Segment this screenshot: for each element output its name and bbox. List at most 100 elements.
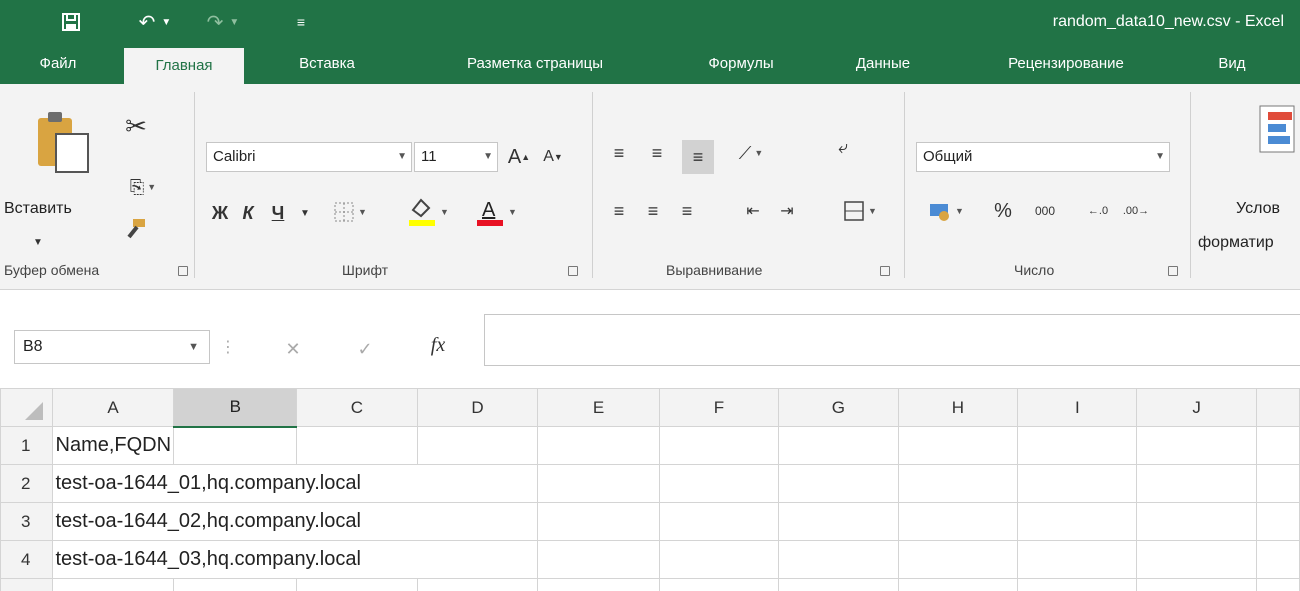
grow-font-icon[interactable]: A ▲: [504, 142, 534, 172]
cell[interactable]: [537, 540, 660, 579]
tab-view[interactable]: Вид: [1192, 44, 1272, 84]
format-painter-icon[interactable]: [120, 214, 150, 244]
increase-indent-icon[interactable]: ⇥: [772, 196, 802, 226]
cut-icon[interactable]: ✂: [118, 106, 154, 146]
font-name-select[interactable]: Calibri ▼: [206, 142, 412, 172]
conditional-formatting-label-1[interactable]: Услов: [1236, 200, 1280, 218]
tab-insert[interactable]: Вставка: [272, 44, 382, 84]
cell[interactable]: [537, 578, 660, 591]
cell[interactable]: [1017, 578, 1138, 591]
cell[interactable]: [1255, 540, 1300, 579]
cell[interactable]: [658, 578, 780, 591]
column-header-f[interactable]: F: [658, 388, 780, 427]
cell[interactable]: [897, 578, 1019, 591]
enter-icon[interactable]: ✓: [348, 334, 382, 364]
undo-icon[interactable]: ↶ ▼: [130, 0, 180, 44]
cell[interactable]: [778, 502, 899, 541]
wrap-text-icon[interactable]: ⤶: [828, 132, 858, 162]
orientation-icon[interactable]: ⟋ ▼: [726, 138, 776, 168]
alignment-launcher-icon[interactable]: [880, 266, 890, 276]
cell[interactable]: [1017, 502, 1138, 541]
name-box[interactable]: B8 ▼: [14, 330, 210, 364]
cell[interactable]: [1255, 502, 1300, 541]
cell[interactable]: [1136, 578, 1257, 591]
cell-a1[interactable]: Name,FQDN: [51, 426, 175, 465]
paste-icon[interactable]: [28, 106, 100, 176]
bold-button[interactable]: Ж: [206, 198, 234, 228]
cell-a3[interactable]: test-oa-1644_02,hq.company.local: [51, 502, 539, 541]
tab-file[interactable]: Файл: [18, 44, 98, 84]
percent-button[interactable]: %: [986, 196, 1020, 226]
merge-center-icon[interactable]: ▼: [832, 196, 888, 226]
cell[interactable]: [1017, 426, 1138, 465]
cell[interactable]: [537, 502, 660, 541]
row-header[interactable]: 5: [0, 578, 53, 591]
align-left-icon[interactable]: ≡: [606, 196, 632, 226]
tab-home[interactable]: Главная: [124, 48, 244, 84]
cell[interactable]: [416, 426, 539, 465]
cell[interactable]: [658, 540, 780, 579]
font-launcher-icon[interactable]: [568, 266, 578, 276]
tab-data[interactable]: Данные: [828, 44, 938, 84]
column-header-j[interactable]: J: [1136, 388, 1257, 427]
column-header-h[interactable]: H: [897, 388, 1019, 427]
cancel-icon[interactable]: ✕: [276, 334, 310, 364]
cell[interactable]: [897, 540, 1019, 579]
cell[interactable]: [173, 426, 298, 465]
cell[interactable]: [897, 426, 1019, 465]
number-launcher-icon[interactable]: [1168, 266, 1178, 276]
paste-dropdown-icon[interactable]: ▼: [26, 232, 50, 252]
row-header[interactable]: 2: [0, 464, 53, 503]
cell[interactable]: [1255, 426, 1300, 465]
number-format-select[interactable]: Общий ▼: [916, 142, 1170, 172]
conditional-formatting-label-2[interactable]: форматир: [1198, 234, 1274, 252]
cell[interactable]: [1136, 502, 1257, 541]
cell[interactable]: [1136, 540, 1257, 579]
select-all-corner[interactable]: [0, 388, 53, 427]
font-size-select[interactable]: 11 ▼: [414, 142, 498, 172]
conditional-formatting-icon[interactable]: [1256, 100, 1296, 160]
column-header-g[interactable]: G: [778, 388, 899, 427]
decrease-decimal-icon[interactable]: .00→: [1118, 196, 1154, 226]
customize-qat-icon[interactable]: ≡: [286, 0, 316, 44]
column-header-a[interactable]: A: [51, 388, 175, 427]
align-center-icon[interactable]: ≡: [640, 196, 666, 226]
cell-a2[interactable]: test-oa-1644_01,hq.company.local: [51, 464, 539, 503]
formula-input[interactable]: [484, 314, 1300, 366]
cell[interactable]: [537, 464, 660, 503]
row-header[interactable]: 4: [0, 540, 53, 579]
decrease-indent-icon[interactable]: ⇤: [738, 196, 768, 226]
column-header-b[interactable]: B: [173, 388, 298, 428]
cell[interactable]: [296, 426, 418, 465]
align-bottom-icon[interactable]: ≡: [682, 140, 714, 174]
italic-button[interactable]: К: [236, 198, 260, 228]
cell[interactable]: [1255, 464, 1300, 503]
cell[interactable]: [1017, 464, 1138, 503]
underline-dropdown-icon[interactable]: ▼: [294, 198, 316, 228]
align-top-icon[interactable]: ≡: [606, 138, 632, 168]
cell-a5[interactable]: [51, 578, 175, 591]
insert-function-icon[interactable]: fx: [418, 330, 458, 360]
align-right-icon[interactable]: ≡: [674, 196, 700, 226]
cell[interactable]: [1255, 578, 1300, 591]
shrink-font-icon[interactable]: A ▼: [538, 142, 568, 172]
cell[interactable]: [778, 578, 899, 591]
cell[interactable]: [416, 578, 539, 591]
tab-page-layout[interactable]: Разметка страницы: [410, 44, 660, 84]
clipboard-launcher-icon[interactable]: [178, 266, 188, 276]
accounting-format-icon[interactable]: ▼: [918, 196, 974, 226]
row-header[interactable]: 3: [0, 502, 53, 541]
copy-icon[interactable]: ⎘ ▼: [118, 172, 168, 202]
column-header-i[interactable]: I: [1017, 388, 1138, 427]
underline-button[interactable]: Ч: [264, 198, 292, 228]
cell[interactable]: [1136, 426, 1257, 465]
cell[interactable]: [897, 464, 1019, 503]
column-header-e[interactable]: E: [537, 388, 660, 427]
tab-review[interactable]: Рецензирование: [966, 44, 1166, 84]
cell-a4[interactable]: test-oa-1644_03,hq.company.local: [51, 540, 539, 579]
thousands-button[interactable]: 000: [1026, 196, 1064, 226]
cell[interactable]: [1136, 464, 1257, 503]
column-header-next[interactable]: [1255, 388, 1300, 427]
column-header-c[interactable]: C: [296, 388, 418, 427]
cell[interactable]: [1017, 540, 1138, 579]
